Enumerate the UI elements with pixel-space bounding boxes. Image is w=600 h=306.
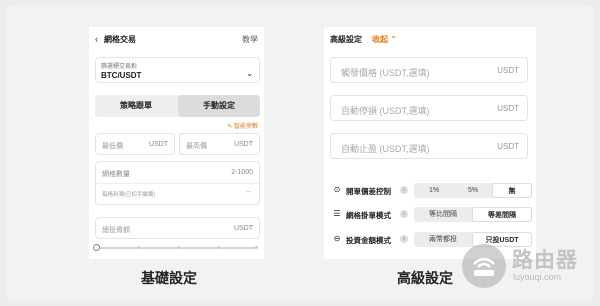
watermark-name: 路由器 [512,249,578,272]
trigger-price-placeholder: 觸發價格 (USDT,選填) [341,68,430,78]
grid-order-mode-options: 等比間隔 等差間隔 [414,207,532,222]
option-arithmetic[interactable]: 等差間隔 [472,207,532,222]
advanced-settings-panel: 高級設定 收起 ⌃ 觸發價格 (USDT,選填) USDT 自動停損 (USDT… [324,27,536,259]
grid-order-mode-label: 網格掛單模式 [346,211,391,220]
page-title: 網格交易 [104,35,136,44]
spread-control-row: ⊙ 開單價差控制 i 1% 5% 無 [330,183,534,199]
min-price-placeholder: 最低價 [102,143,123,150]
investment-slider-handle[interactable] [93,244,100,251]
grid-count-input[interactable]: 網格數量 2-1000 每格利潤(已扣手續費) -- [95,161,260,205]
info-icon[interactable]: i [400,186,408,194]
trigger-price-input[interactable]: 觸發價格 (USDT,選填) USDT [330,57,528,83]
spread-control-options: 1% 5% 無 [414,183,532,198]
collapse-label: 收起 [372,35,388,44]
tab-strategy-copy[interactable]: 策略跟單 [95,95,177,117]
grid-count-label: 網格數量 [102,171,130,178]
panel-header: ‹ 網格交易 教學 [95,33,260,47]
min-price-unit: USDT [148,141,168,148]
pencil-icon: ✎ [227,124,233,130]
grid-count-range: 2-1000 [231,169,253,176]
take-profit-unit: USDT [497,142,519,151]
investment-input[interactable]: 總投資額 USDT [95,217,260,239]
investment-mode-label: 投資金額模式 [346,236,391,245]
trading-pair-label: 篩選標交易對 [101,64,138,70]
min-price-input[interactable]: 最低價 USDT [95,133,175,155]
mode-tabs: 策略跟單 手動設定 [95,95,260,117]
spread-control-label: 開單價差控制 [346,187,391,196]
stop-loss-unit: USDT [497,104,519,113]
spread-option-none[interactable]: 無 [492,183,532,198]
spread-option-1pct[interactable]: 1% [414,183,454,198]
coins-icon: ⊖ [333,234,341,243]
smart-params-link[interactable]: ✎ 智能參數 [227,121,258,130]
slider-tick [177,246,180,249]
stop-loss-placeholder: 自動停損 (USDT,選填) [341,106,430,116]
trading-pair-select[interactable]: 篩選標交易對 BTC/USDT ⌄ [95,57,260,83]
router-logo-icon [462,244,506,288]
collapse-button[interactable]: 收起 ⌃ [372,34,397,45]
info-icon[interactable]: i [400,235,408,243]
investment-unit: USDT [233,225,253,232]
divider [96,183,259,184]
stop-loss-input[interactable]: 自動停損 (USDT,選填) USDT [330,95,528,121]
max-price-placeholder: 最高價 [186,143,207,150]
back-arrow-icon[interactable]: ‹ [95,33,98,45]
advanced-settings-caption: 高級設定 [397,270,453,286]
take-profit-input[interactable]: 自動止盈 (USDT,選填) USDT [330,133,528,159]
chevron-up-icon: ⌃ [390,35,397,44]
take-profit-placeholder: 自動止盈 (USDT,選填) [341,144,430,154]
basic-settings-panel: ‹ 網格交易 教學 篩選標交易對 BTC/USDT ⌄ 策略跟單 手動設定 ✎ … [89,27,264,259]
slider-tick [255,246,258,249]
dollar-circle-icon: ⊙ [333,185,341,194]
basic-settings-caption: 基礎設定 [141,270,197,286]
option-geometric[interactable]: 等比間隔 [414,207,472,222]
trading-pair-value: BTC/USDT [101,71,142,80]
grid-profit-value: -- [246,189,251,196]
investment-placeholder: 總投資額 [102,227,130,234]
chevron-down-icon: ⌄ [246,69,253,78]
slider-tick [137,246,140,249]
trigger-price-unit: USDT [497,66,519,75]
watermark: 路由器 luyouqi.com [462,240,596,292]
grid-order-mode-row: ☰ 網格掛單模式 i 等比間隔 等差間隔 [330,207,534,223]
grid-profit-label: 每格利潤(已扣手續費) [102,192,156,198]
menu-lines-icon: ☰ [333,209,341,218]
advanced-title: 高級設定 [330,35,362,44]
max-price-input[interactable]: 最高價 USDT [179,133,260,155]
max-price-unit: USDT [233,141,253,148]
info-icon[interactable]: i [400,210,408,218]
smart-params-label: 智能參數 [233,124,258,130]
watermark-url: luyouqi.com [513,272,562,282]
slider-tick [217,246,220,249]
tutorial-link[interactable]: 教學 [242,34,258,45]
spread-option-5pct[interactable]: 5% [454,183,492,198]
tab-manual-setup[interactable]: 手動設定 [178,95,260,117]
